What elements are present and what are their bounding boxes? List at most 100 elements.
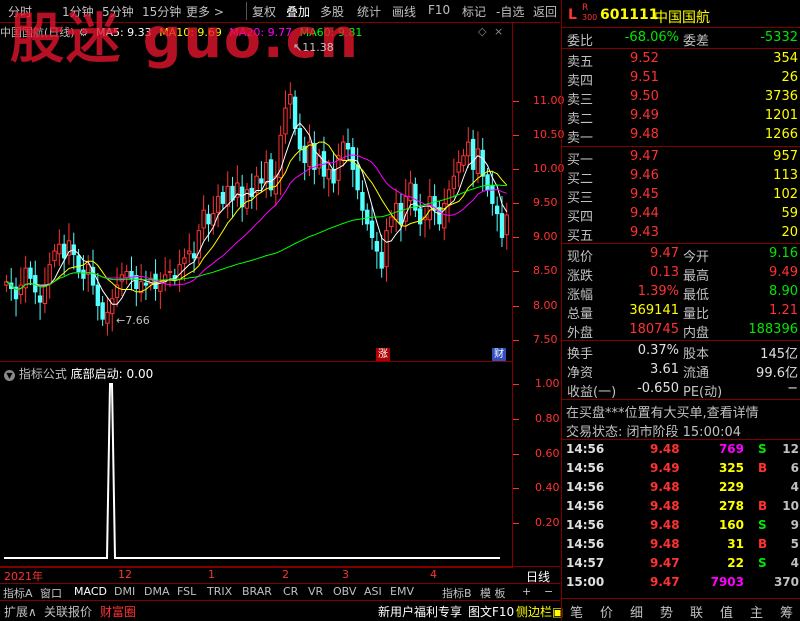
tab-macd[interactable]: MACD xyxy=(74,585,107,598)
tab-indicator-b[interactable]: 指标B xyxy=(442,585,472,601)
tab-window[interactable]: 窗口 xyxy=(40,585,62,601)
sidebar-toggle[interactable]: 侧边栏▣ xyxy=(516,603,563,620)
bid-row[interactable]: 买四 9.44 59 xyxy=(562,205,800,225)
f10-button[interactable]: F10 xyxy=(428,3,450,17)
ask-row[interactable]: 卖五 9.52 354 xyxy=(562,50,800,70)
quote-label: 最低 xyxy=(683,288,710,303)
bid-row[interactable]: 买一 9.47 957 xyxy=(562,148,800,168)
tab-trix[interactable]: TRIX xyxy=(207,585,232,598)
expand-button[interactable]: 扩展∧ xyxy=(4,603,37,620)
candle-body xyxy=(143,282,149,286)
tab-fsl[interactable]: FSL xyxy=(177,585,196,598)
date-label: 2 xyxy=(282,568,289,581)
candle-body xyxy=(61,243,67,259)
indicator-tick xyxy=(513,384,519,385)
date-label: 4 xyxy=(430,568,437,581)
quote-label: 总量 xyxy=(567,307,594,322)
tick-volume: 229 xyxy=(718,480,744,494)
stat-value: -0.650 xyxy=(637,381,679,396)
zoom-in-button[interactable]: + xyxy=(522,585,531,598)
tab-dma[interactable]: DMA xyxy=(144,585,170,598)
candle-body xyxy=(355,164,360,191)
tab-dmi[interactable]: DMI xyxy=(114,585,135,598)
ask-volume: 1266 xyxy=(764,127,798,142)
candle-body xyxy=(268,159,274,191)
finance-badge[interactable]: 财 xyxy=(492,348,506,361)
quote-tab-button[interactable]: 价 xyxy=(600,602,613,621)
zoom-out-button[interactable]: − xyxy=(544,585,553,598)
divider xyxy=(562,439,800,440)
price-y-axis: 7.50 8.00 8.50 9.00 9.50 10.00 10.50 11.00 xyxy=(513,22,565,362)
f10-text-link[interactable]: 图文F10 xyxy=(468,603,514,620)
bid-row[interactable]: 买三 9.45 102 xyxy=(562,186,800,206)
bid-row[interactable]: 买二 9.46 113 xyxy=(562,167,800,187)
quote-tab-button[interactable]: 主 xyxy=(750,602,763,621)
mark-button[interactable]: 标记 xyxy=(462,3,486,20)
tab-brar[interactable]: BRAR xyxy=(242,585,272,598)
wealth-circle-tab[interactable]: 财富圈 xyxy=(100,603,136,620)
quote-tab-button[interactable]: 筹 xyxy=(780,602,793,621)
tick-count: 370 xyxy=(773,575,799,589)
stat-value: 3.61 xyxy=(650,362,679,377)
stat-row: 净资 3.61 流通 99.6亿 xyxy=(562,361,800,381)
price-tick xyxy=(513,271,519,273)
l-tag: L xyxy=(568,7,577,23)
indicator-chart[interactable] xyxy=(0,362,512,566)
ask-volume: 354 xyxy=(773,51,798,66)
candle-body xyxy=(475,148,481,174)
tick-row: 14:56 9.49 325 B 6 xyxy=(562,460,800,478)
tick-row: 14:56 9.48 160 S 9 xyxy=(562,517,800,535)
divider xyxy=(562,27,800,28)
statistics-button[interactable]: 统计 xyxy=(357,3,381,20)
quote-tab-button[interactable]: 值 xyxy=(720,602,733,621)
bid-row[interactable]: 买五 9.43 20 xyxy=(562,224,800,244)
candle-body xyxy=(470,138,476,170)
tab-obv[interactable]: OBV xyxy=(333,585,356,598)
ask-row[interactable]: 卖三 9.50 3736 xyxy=(562,88,800,108)
tick-count: 4 xyxy=(790,556,799,570)
ask-row[interactable]: 卖一 9.48 1266 xyxy=(562,126,800,146)
bottom-bar: 扩展∧ 关联报价 财富圈 新用户福利专享 图文F10 侧边栏▣ xyxy=(0,600,563,621)
candle-body xyxy=(292,96,298,130)
candle-body xyxy=(244,189,250,209)
tick-volume: 769 xyxy=(718,442,744,456)
quote-tab-button[interactable]: 势 xyxy=(660,602,673,621)
ask-row[interactable]: 卖二 9.49 1201 xyxy=(562,107,800,127)
candlestick-chart[interactable] xyxy=(0,40,512,360)
quote-tab-button[interactable]: 笔 xyxy=(570,602,583,621)
candle-body xyxy=(220,192,226,204)
tab-emv[interactable]: EMV xyxy=(390,585,414,598)
ask-row[interactable]: 卖四 9.51 26 xyxy=(562,69,800,89)
new-user-promo-link[interactable]: 新用户福利专享 xyxy=(378,603,462,620)
candle-body xyxy=(288,93,293,105)
watchlist-remove-button[interactable]: -自选 xyxy=(496,3,524,20)
big-order-text: 在买盘***位置有大买单,查看详情 xyxy=(566,406,759,421)
candle-body xyxy=(331,168,336,184)
tick-count: 4 xyxy=(790,480,799,494)
tab-indicator-a[interactable]: 指标A xyxy=(3,585,33,601)
tab-vr[interactable]: VR xyxy=(308,585,323,598)
bid-volume: 20 xyxy=(781,225,798,240)
tab-asi[interactable]: ASI xyxy=(364,585,382,598)
back-button[interactable]: 返回 xyxy=(533,3,557,20)
tick-volume: 22 xyxy=(727,556,744,570)
draw-line-button[interactable]: 画线 xyxy=(392,3,416,20)
stat-row: 收益(一) -0.650 PE(动) − xyxy=(562,380,800,400)
quote-row: 外盘 180745 内盘 188396 xyxy=(562,321,800,341)
order-ratio-value: -68.06% xyxy=(624,30,679,45)
tick-price: 9.49 xyxy=(650,461,680,475)
candle-body xyxy=(360,192,365,211)
stat-label: 流通 xyxy=(683,366,710,381)
quote-tab-button[interactable]: 联 xyxy=(690,602,703,621)
stat-label: 净资 xyxy=(567,366,594,381)
ask-price: 9.48 xyxy=(630,127,659,142)
tab-template[interactable]: 模 板 xyxy=(480,585,506,601)
candle-body xyxy=(365,209,370,225)
candle-body xyxy=(57,243,62,255)
limit-up-badge[interactable]: 涨 xyxy=(376,348,390,361)
quote-tab-button[interactable]: 细 xyxy=(630,602,643,621)
big-order-notice[interactable]: 在买盘***位置有大买单,查看详情 xyxy=(562,401,800,421)
divider xyxy=(562,146,800,147)
related-quote-tab[interactable]: 关联报价 xyxy=(44,603,92,620)
tab-cr[interactable]: CR xyxy=(283,585,298,598)
